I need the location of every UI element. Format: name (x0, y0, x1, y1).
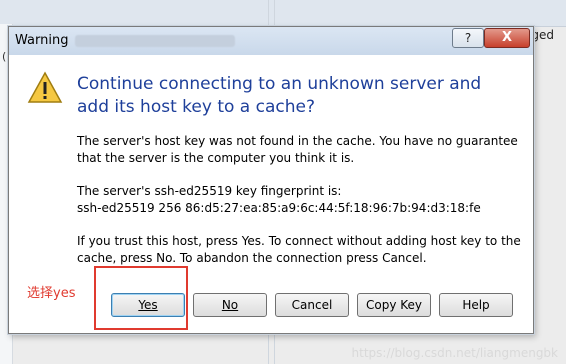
fingerprint-block: The server's ssh-ed25519 key fingerprint… (77, 183, 527, 217)
annotation-label: 选择yes (27, 286, 76, 301)
help-button[interactable]: Help (439, 293, 513, 317)
close-button[interactable]: X (484, 28, 530, 48)
no-button[interactable]: No (193, 293, 267, 317)
warning-dialog: Warning ? X Continue connecting to an un… (8, 26, 534, 334)
background-status-text: ged (531, 28, 554, 42)
fingerprint-value: ssh-ed25519 256 86:d5:27:ea:85:a9:6c:44:… (77, 201, 481, 215)
copy-key-button[interactable]: Copy Key (357, 293, 431, 317)
warning-icon (27, 71, 63, 103)
background-left-tab: ( (2, 50, 7, 63)
close-icon: X (501, 30, 513, 45)
instructions-text: If you trust this host, press Yes. To co… (77, 234, 521, 265)
background-app-header (0, 0, 566, 27)
yes-highlight-box (94, 266, 188, 330)
dialog-content: Continue connecting to an unknown server… (9, 55, 533, 333)
host-key-warning-text: The server's host key was not found in t… (77, 134, 518, 165)
dialog-titlebar[interactable]: Warning ? X (9, 27, 533, 56)
fingerprint-label: The server's ssh-ed25519 key fingerprint… (77, 184, 342, 198)
cancel-button[interactable]: Cancel (275, 293, 349, 317)
dialog-headline: Continue connecting to an unknown server… (77, 74, 482, 117)
title-help-button[interactable]: ? (452, 28, 484, 48)
dialog-title: Warning (15, 33, 69, 48)
redacted-host-text (75, 35, 235, 47)
watermark: https://blog.csdn.net/liangmengbk (351, 346, 558, 360)
